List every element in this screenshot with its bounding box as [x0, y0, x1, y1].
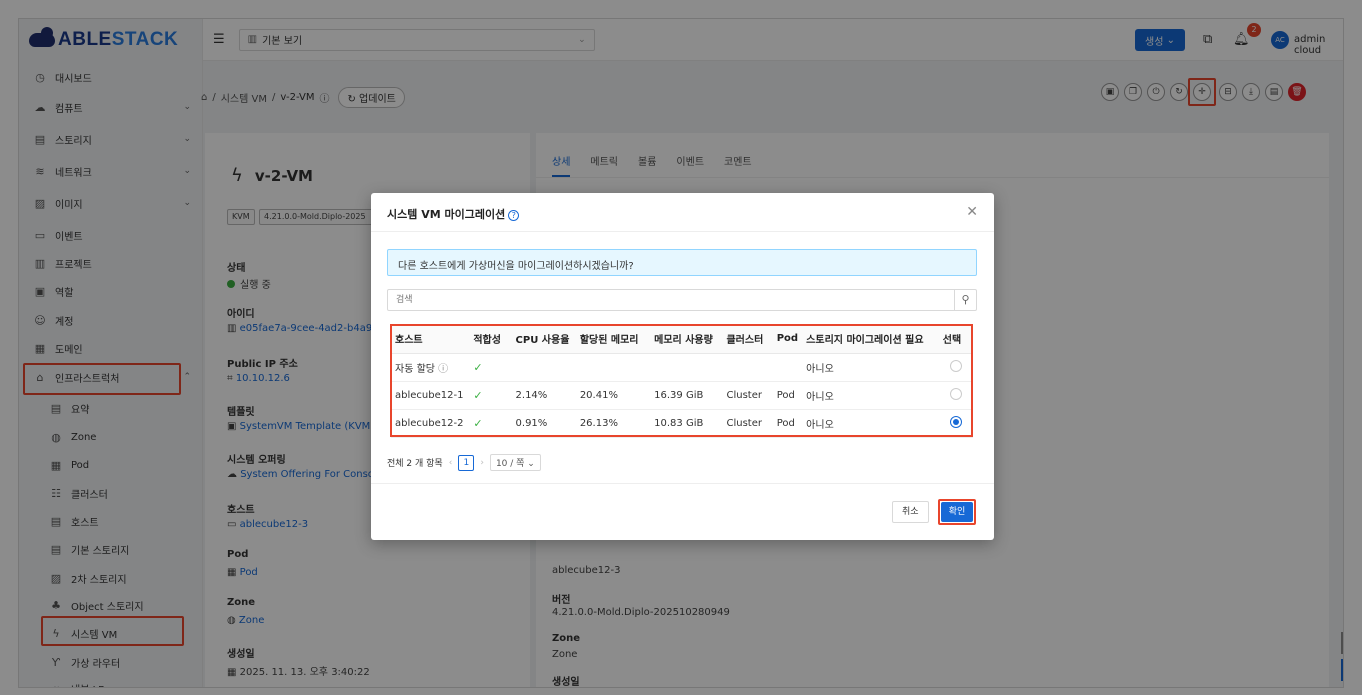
total-count: 전체 2 개 항목	[387, 459, 443, 469]
ok-button[interactable]: 확인	[938, 499, 976, 525]
search-input[interactable]	[388, 290, 948, 310]
next-page-icon[interactable]: ›	[480, 458, 484, 468]
page-number[interactable]: 1	[458, 454, 475, 471]
prev-page-icon[interactable]: ‹	[449, 458, 453, 468]
page-size-select[interactable]: 10 / 쪽 ⌄	[489, 454, 541, 471]
search-icon[interactable]: ⚲	[954, 290, 976, 310]
modal-title: 시스템 VM 마이그레이션?	[387, 206, 520, 222]
table-highlight	[390, 324, 973, 437]
pagination: 전체 2 개 항목 ‹ 1 › 10 / 쪽 ⌄	[387, 454, 541, 471]
migrate-modal: 시스템 VM 마이그레이션? ✕ 다른 호스트에게 가상머신을 마이그레이션하시…	[371, 193, 994, 540]
help-icon[interactable]: ?	[508, 210, 520, 221]
confirm-alert: 다른 호스트에게 가상머신을 마이그레이션하시겠습니까?	[387, 249, 977, 276]
close-icon[interactable]: ✕	[966, 204, 978, 220]
search-box: ⚲	[387, 289, 977, 311]
cancel-button[interactable]: 취소	[892, 501, 929, 523]
